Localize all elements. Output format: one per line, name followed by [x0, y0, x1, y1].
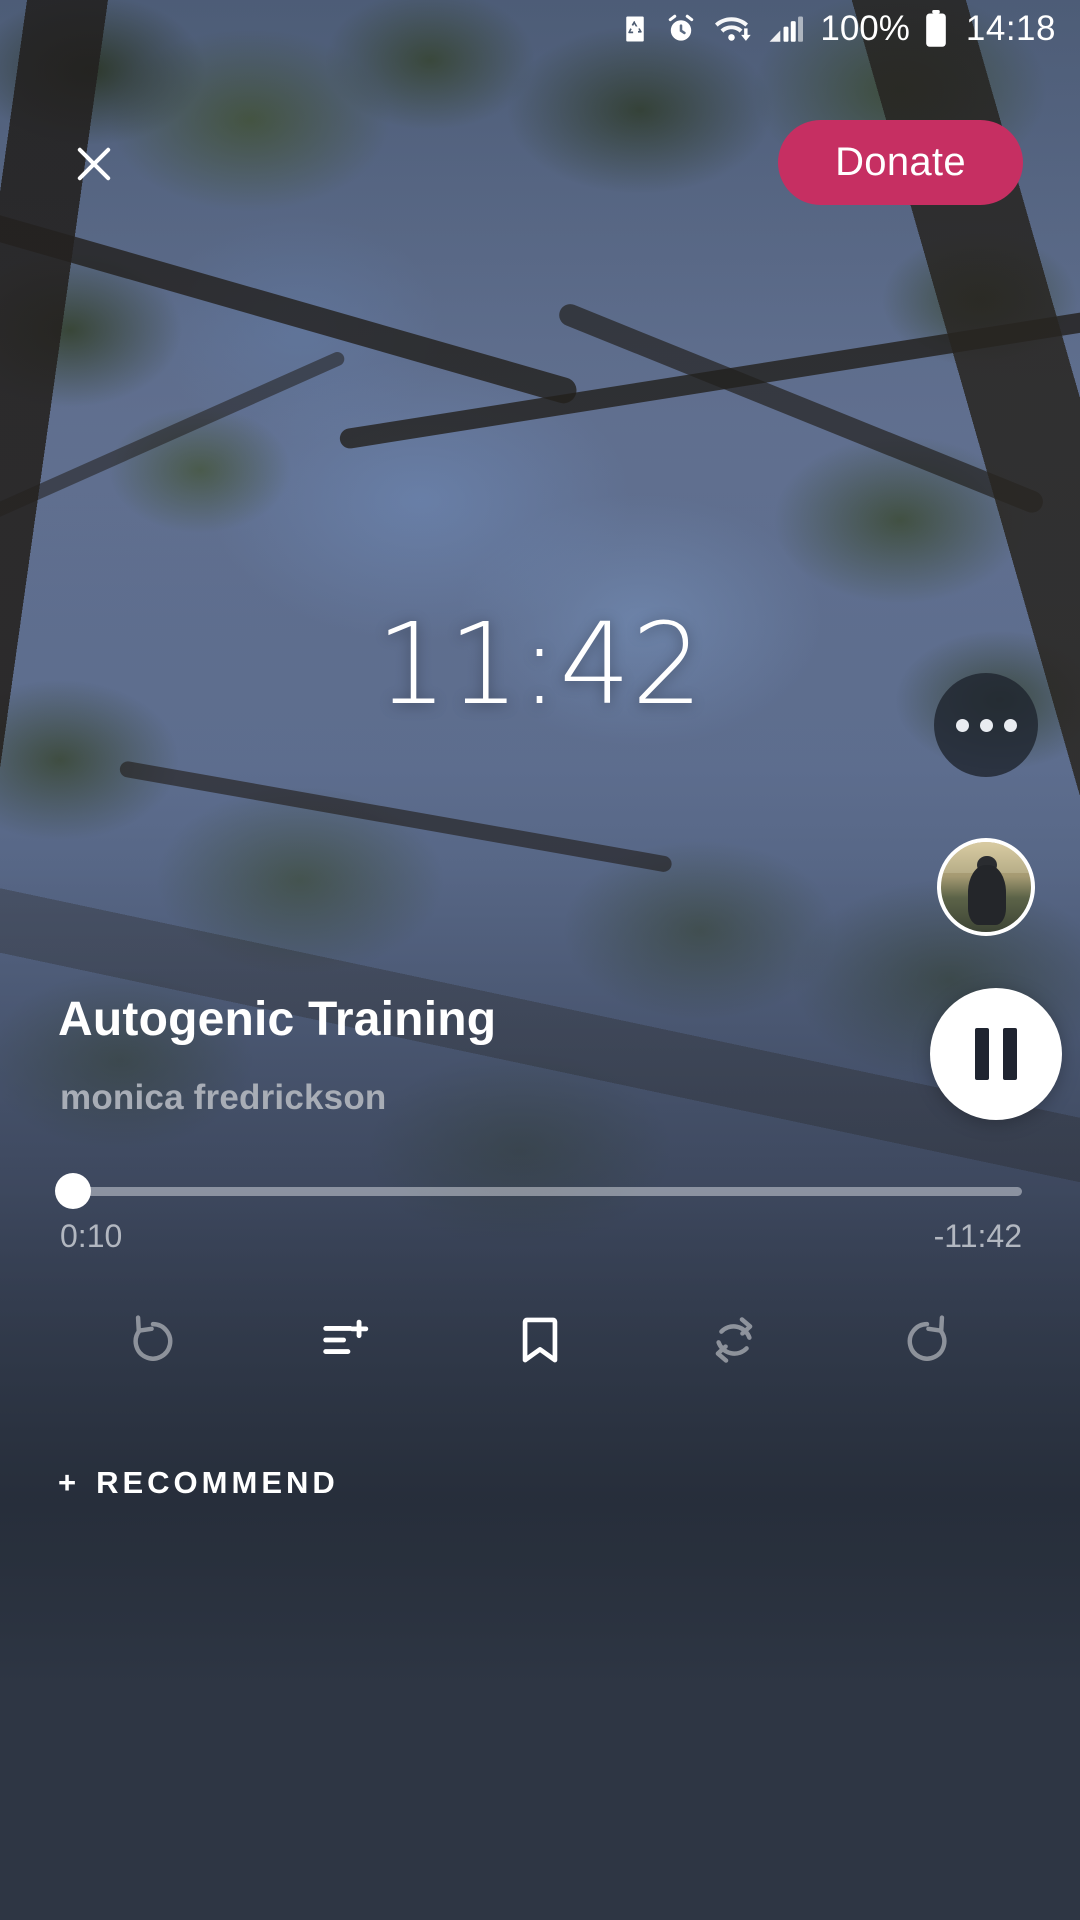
donate-button[interactable]: Donate	[778, 120, 1023, 205]
forward-button[interactable]	[879, 1292, 975, 1388]
ellipsis-dot	[979, 718, 993, 732]
progress-slider[interactable]	[55, 1173, 1022, 1209]
cellular-signal-icon	[768, 13, 806, 45]
recommend-button[interactable]: + RECOMMEND	[58, 1465, 339, 1501]
pause-icon-bar	[1003, 1028, 1017, 1080]
ellipsis-dot	[1003, 718, 1017, 732]
repeat-button[interactable]	[686, 1292, 782, 1388]
teacher-avatar[interactable]	[937, 838, 1035, 936]
recommend-plus-icon: +	[58, 1465, 81, 1500]
battery-icon	[924, 10, 948, 48]
bookmark-button[interactable]	[492, 1292, 588, 1388]
wifi-download-icon	[712, 12, 754, 46]
battery-percent-label: 100%	[820, 9, 910, 48]
gradient-scrim	[0, 0, 1080, 1920]
rewind-button[interactable]	[105, 1292, 201, 1388]
add-to-queue-button[interactable]	[298, 1292, 394, 1388]
more-options-button[interactable]	[934, 673, 1038, 777]
track-artist: monica fredrickson	[60, 1078, 387, 1117]
bookmark-icon	[522, 1317, 558, 1363]
alarm-clock-icon	[664, 12, 698, 46]
ellipsis-dot	[955, 718, 969, 732]
progress-track	[60, 1187, 1022, 1196]
pause-icon-bar	[975, 1028, 989, 1080]
recycle-icon	[620, 12, 650, 46]
status-bar: 100% 14:18	[0, 0, 1080, 58]
clock-label: 14:18	[965, 9, 1056, 48]
avatar-figure	[968, 865, 1006, 925]
close-icon	[77, 147, 111, 181]
rewind-icon	[133, 1315, 173, 1361]
player-toolbar	[0, 1290, 1080, 1390]
recommend-label: RECOMMEND	[96, 1465, 339, 1500]
pause-button[interactable]	[930, 988, 1062, 1120]
forward-icon	[907, 1315, 947, 1361]
time-elapsed-label: 0:10	[60, 1218, 123, 1254]
add-to-queue-icon	[323, 1319, 369, 1355]
track-title: Autogenic Training	[58, 993, 497, 1046]
close-button[interactable]	[66, 136, 122, 192]
time-remaining-label: -11:42	[933, 1218, 1022, 1254]
repeat-icon	[715, 1317, 752, 1363]
session-countdown: 11:42	[376, 600, 704, 730]
